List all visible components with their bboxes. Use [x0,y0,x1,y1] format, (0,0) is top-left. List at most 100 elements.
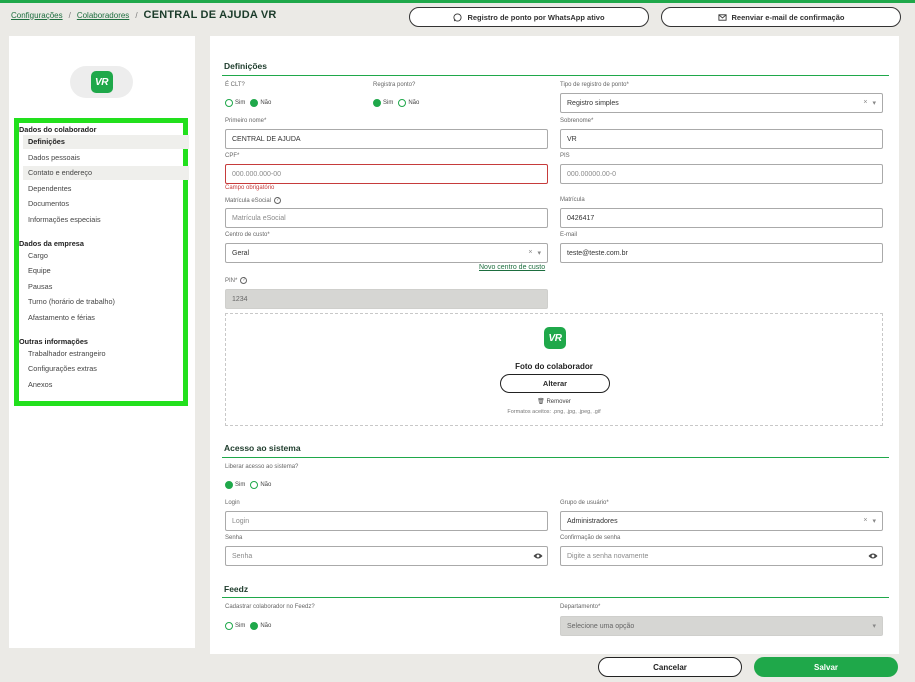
department-select: Selecione uma opção ▾ [560,616,883,636]
vr-logo-text: VR [548,332,562,344]
email-label: E-mail [560,232,578,238]
sidebar-item-turno[interactable]: Turno (horário de trabalho) [23,295,189,309]
clear-icon[interactable]: × [863,517,867,525]
access-no-radio[interactable] [250,481,259,489]
cost-center-select[interactable]: Geral × ▾ [225,243,548,263]
section-title-acesso: Acesso ao sistema [224,443,301,453]
chevron-down-icon[interactable]: ▾ [872,517,876,525]
remove-photo-button[interactable]: 🗑 Remover [226,398,882,405]
chevron-down-icon: ▾ [872,623,876,630]
clear-icon[interactable]: × [528,249,532,257]
pis-input[interactable]: 000.00000.00-0 [560,164,883,184]
vr-logo-text: VR [95,76,108,88]
sidebar-section-empresa: Dados da empresa [19,239,84,248]
confirm-password-label: Confirmação de senha [560,535,621,541]
eye-icon[interactable] [868,552,878,560]
sidebar-item-contato-endereco[interactable]: Contato e endereço [23,166,189,180]
new-cost-center-link[interactable]: Novo centro de custo [479,264,545,271]
mail-icon [717,13,727,21]
punch-type-label: Tipo de registro de ponto* [560,82,629,88]
esocial-label: Matrícula eSocial? [225,197,282,204]
vr-logo-icon: VR [90,71,113,93]
punch-no-radio[interactable] [398,99,407,107]
sidebar-item-afastamento[interactable]: Afastamento e férias [23,311,189,325]
esocial-placeholder: Matrícula eSocial [232,214,286,222]
feedz-yes-radio[interactable] [225,622,233,630]
sidebar: VR Dados do colaborador Definições Dados… [9,36,195,648]
matricula-label: Matrícula [560,197,585,203]
clear-icon[interactable]: × [863,99,867,107]
matricula-value: 0426417 [567,214,595,222]
page-title: CENTRAL DE AJUDA VR [143,9,277,21]
breadcrumb-colaboradores[interactable]: Colaboradores [77,11,129,20]
last-name-label: Sobrenome* [560,118,594,124]
sidebar-item-dependentes[interactable]: Dependentes [23,182,189,196]
resend-email-button[interactable]: Reenviar e-mail de confirmação [661,7,901,27]
confirm-password-input[interactable]: Digite a senha novamente [560,546,883,566]
pin-input: 1234 [225,289,548,309]
sidebar-item-informacoes-especiais[interactable]: Informações especiais [23,213,189,227]
email-input[interactable]: teste@teste.com.br [560,243,883,263]
sidebar-item-cargo[interactable]: Cargo [23,249,189,263]
user-group-value: Administradores [567,517,618,525]
cpf-label: CPF* [225,153,240,159]
cost-center-value: Geral [232,249,250,257]
cancel-button[interactable]: Cancelar [598,657,742,677]
access-yes-radio[interactable] [225,481,233,489]
resend-email-label: Reenviar e-mail de confirmação [731,12,845,22]
vr-logo-icon: VR [544,327,566,349]
clt-label: É CLT? [225,82,245,88]
password-placeholder: Senha [232,552,253,560]
department-label: Departamento* [560,604,601,610]
breadcrumb: Configurações / Colaboradores / CENTRAL … [11,9,277,21]
whatsapp-punch-label: Registro de ponto por WhatsApp ativo [467,12,605,22]
sidebar-item-equipe[interactable]: Equipe [23,264,189,278]
sidebar-item-anexos[interactable]: Anexos [23,378,189,392]
breadcrumb-configuracoes[interactable]: Configurações [11,11,63,20]
change-photo-button[interactable]: Alterar [500,374,610,393]
punch-type-value: Registro simples [567,99,619,107]
user-group-select[interactable]: Administradores × ▾ [560,511,883,531]
whatsapp-punch-button[interactable]: Registro de ponto por WhatsApp ativo [409,7,649,27]
remove-photo-label: Remover [546,399,571,405]
feedz-yes-label: Sim [235,623,246,629]
punch-yes-label: Sim [383,100,394,106]
sidebar-item-dados-pessoais[interactable]: Dados pessoais [23,151,189,165]
esocial-input[interactable]: Matrícula eSocial [225,208,548,228]
access-no-label: Não [260,482,272,488]
save-button[interactable]: Salvar [754,657,898,677]
clt-yes-radio[interactable] [225,99,233,107]
sidebar-item-pausas[interactable]: Pausas [23,280,189,294]
last-name-input[interactable]: VR [560,129,883,149]
info-icon[interactable]: ? [274,197,282,204]
section-divider [222,75,889,76]
section-title-feedz: Feedz [224,584,249,594]
clt-no-radio[interactable] [250,99,259,107]
clt-radio-group: Sim Não [225,99,274,107]
feedz-radio-group: Sim Não [225,622,274,630]
main-form: Definições É CLT? Sim Não Registra ponto… [210,36,899,654]
info-icon[interactable]: ? [240,277,248,284]
password-label: Senha [225,535,243,541]
last-name-value: VR [567,135,577,143]
sidebar-item-configuracoes-extras[interactable]: Configurações extras [23,362,189,376]
chevron-down-icon[interactable]: ▾ [872,99,876,107]
cpf-input[interactable]: 000.000.000-00 [225,164,548,184]
password-input[interactable]: Senha [225,546,548,566]
pin-label-text: PIN* [225,278,238,285]
punch-type-select[interactable]: Registro simples × ▾ [560,93,883,113]
matricula-input[interactable]: 0426417 [560,208,883,228]
sidebar-item-trabalhador-estrangeiro[interactable]: Trabalhador estrangeiro [23,347,189,361]
clt-no-label: Não [260,100,272,106]
feedz-register-label: Cadastrar colaborador no Feedz? [225,604,315,610]
eye-icon[interactable] [533,552,543,560]
chevron-down-icon[interactable]: ▾ [537,249,541,257]
section-divider [222,457,889,458]
first-name-input[interactable]: CENTRAL DE AJUDA [225,129,548,149]
sidebar-item-documentos[interactable]: Documentos [23,197,189,211]
access-yes-label: Sim [235,482,246,488]
punch-yes-radio[interactable] [373,99,381,107]
login-input[interactable]: Login [225,511,548,531]
feedz-no-radio[interactable] [250,622,259,630]
sidebar-item-definicoes[interactable]: Definições [23,135,189,149]
